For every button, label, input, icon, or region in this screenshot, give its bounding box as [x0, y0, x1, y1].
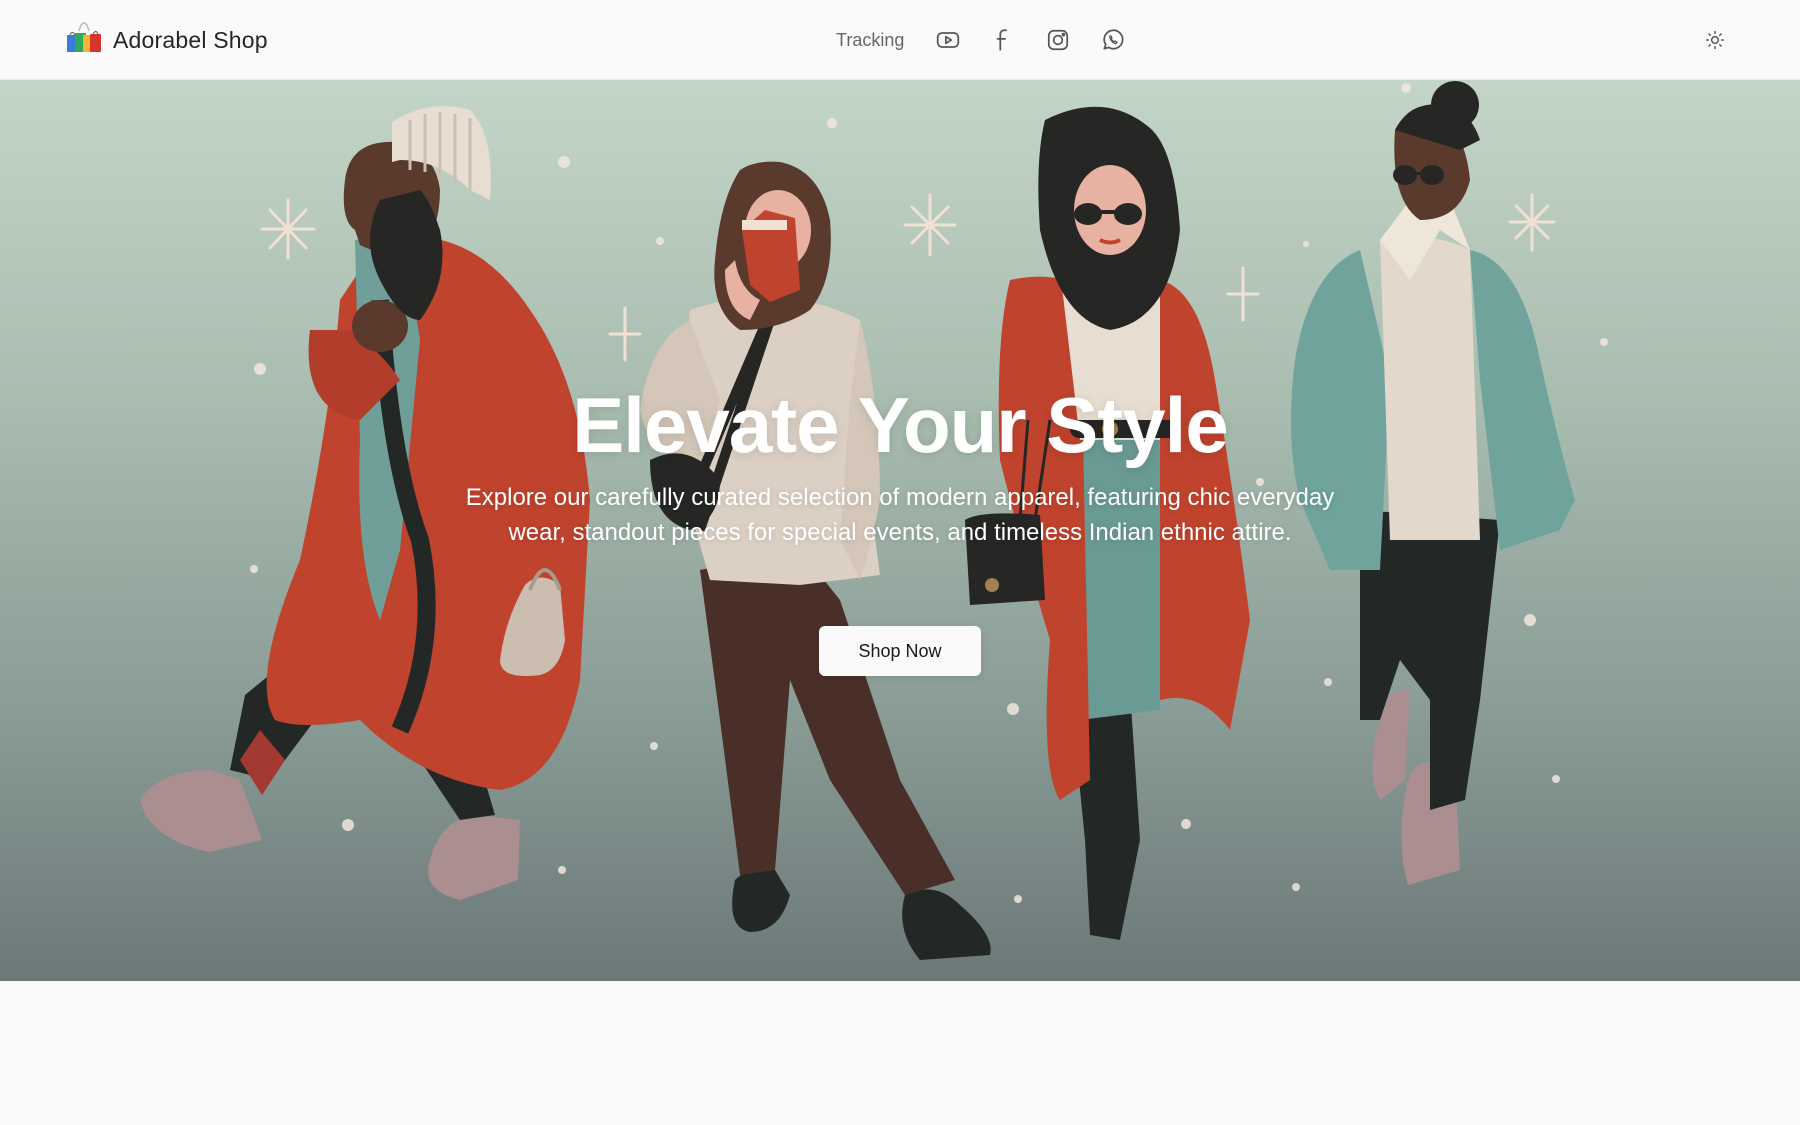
facebook-icon[interactable]	[989, 26, 1017, 54]
instagram-icon[interactable]	[1044, 26, 1072, 54]
whatsapp-icon[interactable]	[1099, 26, 1127, 54]
hero-subtitle: Explore our carefully curated selection …	[465, 484, 1335, 546]
sun-icon[interactable]	[1701, 26, 1729, 54]
shopping-bags-logo-icon	[65, 21, 103, 60]
shop-now-button[interactable]: Shop Now	[819, 626, 981, 676]
tracking-link[interactable]: Tracking	[836, 30, 904, 51]
site-header: Adorabel Shop Tracking	[0, 0, 1800, 80]
main-nav: Tracking	[836, 20, 1154, 60]
hero-section: Elevate Your Style Explore our carefully…	[0, 80, 1800, 981]
brand-name: Adorabel Shop	[113, 26, 268, 53]
youtube-icon[interactable]	[934, 26, 962, 54]
woman-cream-sweater-figure	[640, 161, 991, 960]
brand-home-link[interactable]: Adorabel Shop	[65, 20, 268, 60]
hero-title: Elevate Your Style	[572, 381, 1228, 469]
